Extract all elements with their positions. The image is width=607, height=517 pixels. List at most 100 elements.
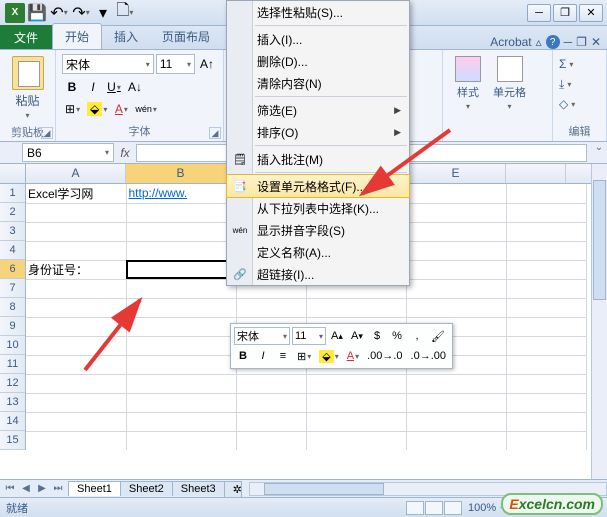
mini-grow-font-icon[interactable]: A▴ [328,327,346,345]
cm-insert[interactable]: 插入(I)... [227,28,409,50]
increase-font-icon[interactable]: A↑ [197,54,217,74]
tab-page-layout[interactable]: 页面布局 [150,24,222,49]
sheet-tab[interactable]: Sheet2 [120,481,173,496]
fill-button[interactable]: ⤓▾ [559,74,600,94]
decrease-font-icon[interactable]: A↓ [125,77,145,97]
fx-icon[interactable]: fx [114,146,136,160]
mini-font-color-icon[interactable]: A▾ [344,347,362,365]
tab-acrobat[interactable]: Acrobat [490,35,531,49]
row-header[interactable]: 7 [0,279,25,298]
cell[interactable]: http://www. [126,184,236,203]
new-sheet-button[interactable]: ✲ [224,481,242,497]
cm-insert-comment[interactable]: 🗒插入批注(M) [227,148,409,170]
doc-min-icon[interactable]: ─ [564,35,573,49]
zoom-level[interactable]: 100% [468,502,496,514]
help-icon[interactable]: ? [546,35,560,49]
cm-paste-special[interactable]: 选择性粘贴(S)... [227,1,409,23]
row-header[interactable]: 10 [0,336,25,355]
qat-more-icon[interactable]: ▾ [93,3,113,23]
row-header[interactable]: 3 [0,222,25,241]
paste-button[interactable]: 粘贴 ▾ [6,54,49,122]
mini-center-icon[interactable]: ≡ [274,347,292,365]
font-size-combo[interactable]: 11▾ [156,54,195,74]
cell[interactable]: 身份证号： [26,260,126,279]
close-button[interactable]: ✕ [579,4,603,22]
autosum-button[interactable]: Σ▾ [559,54,600,74]
mini-accounting-icon[interactable]: $ [368,327,386,345]
col-header-blank[interactable] [506,164,566,183]
row-header[interactable]: 6 [0,260,25,279]
mini-size-combo[interactable]: 11▾ [292,327,326,345]
sheet-tab[interactable]: Sheet1 [68,481,121,496]
cm-hyperlink[interactable]: 🔗超链接(I)... [227,263,409,285]
clear-button[interactable]: ◇▾ [559,94,600,114]
border-button[interactable]: ⊞▾ [62,99,83,119]
doc-close-icon[interactable]: ✕ [591,35,601,49]
styles-button[interactable]: 样式▾ [449,54,487,113]
mini-percent-icon[interactable]: % [388,327,406,345]
row-header[interactable]: 4 [0,241,25,260]
tab-nav-first-icon[interactable]: ⏮ [2,483,18,494]
restore-button[interactable]: ❐ [553,4,577,22]
tab-nav-last-icon[interactable]: ⏭ [50,483,66,494]
mini-paint-icon[interactable]: 🖌 [428,327,448,345]
underline-button[interactable]: U▾ [104,77,124,97]
cm-filter[interactable]: 筛选(E)▶ [227,99,409,121]
scrollbar-thumb[interactable] [593,180,606,300]
italic-button[interactable]: I [83,77,103,97]
row-header[interactable]: 8 [0,298,25,317]
row-header[interactable]: 9 [0,317,25,336]
mini-shrink-font-icon[interactable]: A▾ [348,327,366,345]
cm-delete[interactable]: 删除(D)... [227,50,409,72]
clipboard-dialog-launcher[interactable]: ◢ [41,127,53,139]
row-header[interactable]: 15 [0,431,25,450]
row-header[interactable]: 14 [0,412,25,431]
row-header[interactable]: 11 [0,355,25,374]
cells-button[interactable]: 单元格▾ [487,54,532,113]
sheet-tab[interactable]: Sheet3 [172,481,225,496]
doc-restore-icon[interactable]: ❐ [576,35,587,49]
cm-define-name[interactable]: 定义名称(A)... [227,241,409,263]
cm-show-phonetic[interactable]: wén显示拼音字段(S) [227,219,409,241]
col-header-b[interactable]: B [126,164,236,183]
formula-bar-expand-icon[interactable]: ⌄ [591,142,607,163]
font-color-button[interactable]: A▾ [111,99,131,119]
mini-comma-icon[interactable]: , [408,327,426,345]
mini-inc-decimal-icon[interactable]: .0→.00 [408,347,449,365]
cm-sort[interactable]: 排序(O)▶ [227,121,409,143]
name-box[interactable]: B6▾ [22,143,114,162]
tab-insert[interactable]: 插入 [102,24,150,49]
mini-dec-decimal-icon[interactable]: .00→.0 [364,347,405,365]
mini-fill-color-icon[interactable]: ⬙▾ [316,347,341,365]
row-header[interactable]: 12 [0,374,25,393]
select-all-corner[interactable] [0,164,26,183]
col-header-a[interactable]: A [26,164,126,183]
font-dialog-launcher[interactable]: ◢ [209,127,221,139]
font-name-combo[interactable]: 宋体▾ [62,54,154,74]
fill-color-button[interactable]: ⬙▾ [84,99,110,119]
phonetic-button[interactable]: wén▾ [132,99,160,119]
tab-nav-prev-icon[interactable]: ◀ [18,483,34,494]
scrollbar-thumb[interactable] [264,483,384,495]
bold-button[interactable]: B [62,77,82,97]
tab-home[interactable]: 开始 [52,23,102,49]
cm-format-cells[interactable]: 📑设置单元格格式(F)... [226,174,410,198]
cm-pick-from-list[interactable]: 从下拉列表中选择(K)... [227,197,409,219]
view-page-break-icon[interactable] [444,501,462,515]
row-header[interactable]: 1 [0,184,25,203]
row-header[interactable]: 2 [0,203,25,222]
undo-icon[interactable]: ↶▾ [49,3,69,23]
mini-font-combo[interactable]: 宋体▾ [234,327,290,345]
vertical-scrollbar[interactable] [591,164,607,479]
minimize-button[interactable]: ─ [527,4,551,22]
tab-nav-next-icon[interactable]: ▶ [34,483,50,494]
view-page-layout-icon[interactable] [425,501,443,515]
mini-border-icon[interactable]: ⊞▾ [294,347,314,365]
ribbon-minimize-icon[interactable]: ▵ [536,35,542,49]
qat-extra-icon[interactable]: 🗋▾ [115,3,135,23]
cm-clear-contents[interactable]: 清除内容(N) [227,72,409,94]
col-header-e[interactable]: E [406,164,506,183]
mini-bold-button[interactable]: B [234,347,252,365]
row-header[interactable]: 13 [0,393,25,412]
cell[interactable]: Excel学习网 [26,184,126,203]
